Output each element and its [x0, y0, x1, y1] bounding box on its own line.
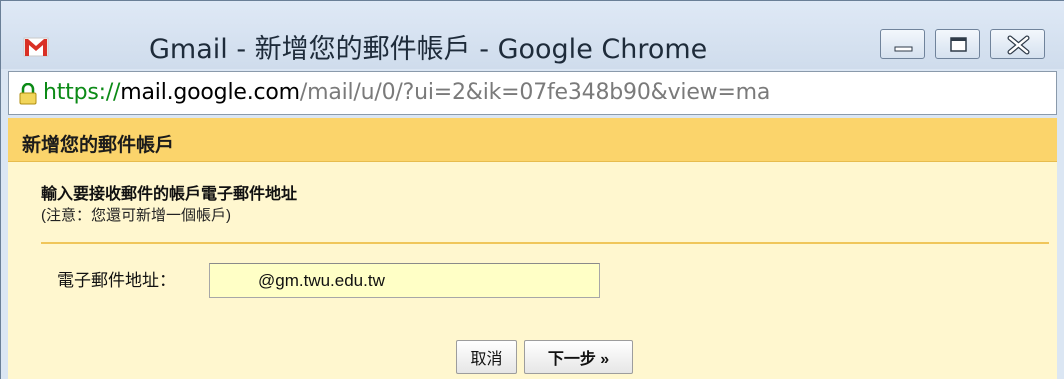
note-text: (注意：您還可新增一個帳戶) [41, 207, 231, 224]
instruction-text: 輸入要接收郵件的帳戶電子郵件地址 [41, 186, 298, 203]
maximize-icon [950, 37, 967, 52]
lock-icon [19, 83, 37, 105]
close-icon [1007, 35, 1030, 55]
dialog-content: 新增您的郵件帳戶 輸入要接收郵件的帳戶電子郵件地址 (注意：您還可新增一個帳戶)… [8, 118, 1057, 379]
minimize-icon [894, 46, 913, 52]
minimize-button[interactable] [880, 29, 925, 59]
divider [41, 242, 1049, 244]
close-button[interactable] [990, 29, 1045, 59]
title-bar[interactable]: Gmail - 新增您的郵件帳戶 - Google Chrome [1, 1, 1064, 69]
url-text[interactable]: https://mail.google.com/mail/u/0/?ui=2&i… [43, 80, 770, 105]
browser-window: Gmail - 新增您的郵件帳戶 - Google Chrome https:/… [0, 0, 1064, 379]
dialog-title: 新增您的郵件帳戶 [22, 135, 175, 156]
cancel-button[interactable]: 取消 [456, 340, 517, 374]
window-title: Gmail - 新增您的郵件帳戶 - Google Chrome [149, 34, 708, 65]
url-host: mail.google.com [120, 80, 300, 105]
email-field[interactable] [209, 263, 600, 298]
maximize-button[interactable] [935, 29, 980, 59]
gmail-icon [23, 37, 49, 57]
email-label: 電子郵件地址： [57, 271, 176, 290]
next-step-button[interactable]: 下一步 » [524, 340, 633, 374]
address-bar[interactable]: https://mail.google.com/mail/u/0/?ui=2&i… [8, 71, 1057, 115]
url-path: /mail/u/0/?ui=2&ik=07fe348b90&view=ma [299, 80, 771, 105]
dialog-header: 新增您的郵件帳戶 [8, 118, 1057, 162]
url-scheme: https:// [43, 80, 121, 105]
